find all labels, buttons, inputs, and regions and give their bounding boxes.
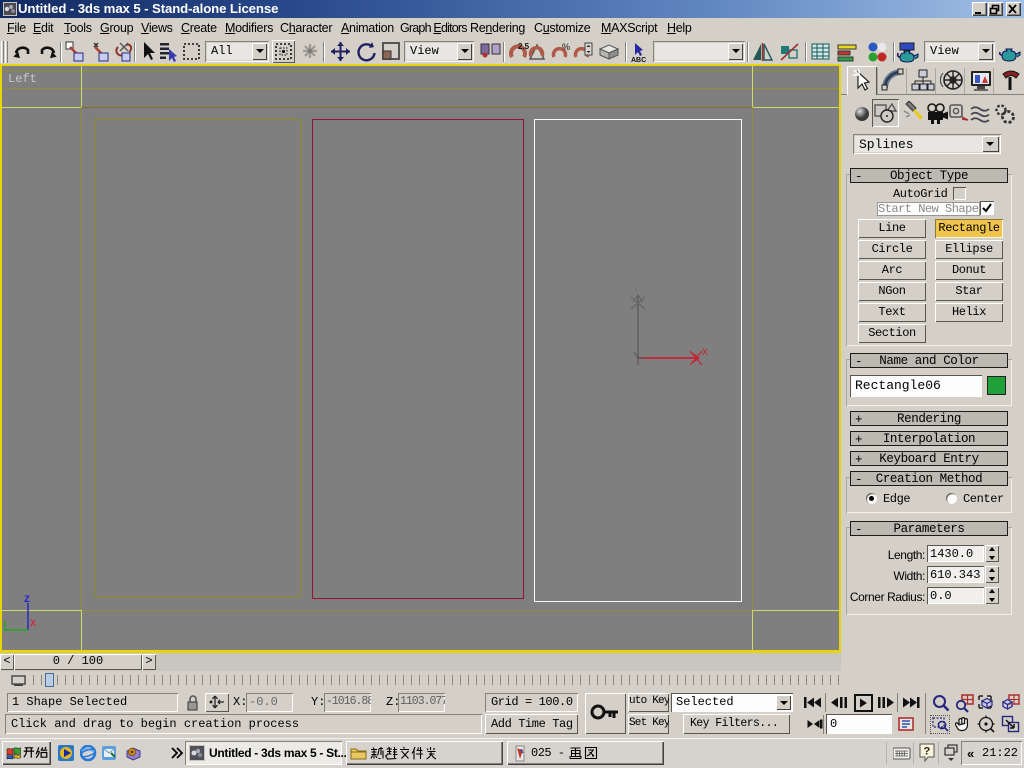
svg-text:X: X xyxy=(30,619,36,630)
svg-text:Y: Y xyxy=(633,286,639,297)
svg-text:%: % xyxy=(562,42,570,52)
svg-text:ABC: ABC xyxy=(631,57,646,63)
svg-text:X: X xyxy=(702,348,708,359)
svg-text:?: ? xyxy=(924,746,931,758)
svg-text:Z: Z xyxy=(24,595,30,606)
